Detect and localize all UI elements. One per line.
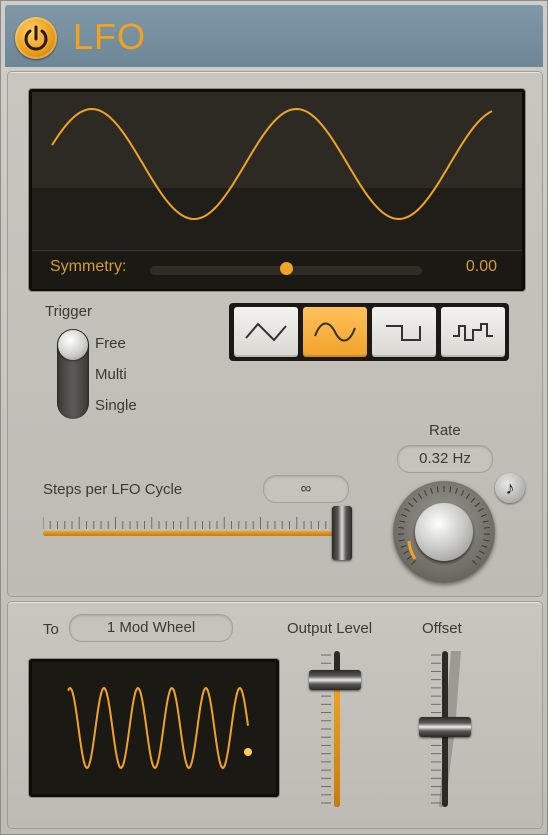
power-button[interactable]: [15, 17, 57, 59]
steps-slider-handle[interactable]: [332, 506, 352, 560]
tempo-sync-button[interactable]: ♪: [495, 473, 525, 503]
offset-handle[interactable]: [419, 717, 471, 737]
trigger-option-multi[interactable]: Multi: [95, 366, 127, 383]
output-level-handle[interactable]: [309, 670, 361, 690]
plugin-title: LFO: [73, 16, 147, 57]
square-icon: [386, 325, 421, 341]
output-level-label: Output Level: [287, 620, 373, 637]
symmetry-value: 0.00: [465, 258, 497, 275]
waveform-selector: [229, 303, 509, 361]
to-label: To: [43, 621, 59, 638]
rate-value-display[interactable]: 0.32 Hz: [397, 445, 493, 473]
trigger-label: Trigger: [45, 303, 92, 320]
rate-label: Rate: [429, 422, 461, 439]
destination-selector[interactable]: 1 Mod Wheel: [69, 614, 233, 642]
rate-knob-cap[interactable]: [415, 503, 473, 561]
symmetry-slider-handle[interactable]: [280, 262, 293, 275]
waveform-curve: [51, 107, 493, 221]
steps-label: Steps per LFO Cycle: [43, 481, 183, 498]
rate-knob[interactable]: [393, 481, 495, 583]
waveform-display: Symmetry: 0.00: [29, 89, 525, 291]
random-square-wave-button[interactable]: [441, 307, 505, 357]
triangle-wave-button[interactable]: [234, 307, 298, 357]
trigger-switch-knob[interactable]: [58, 330, 88, 360]
music-note-icon: ♪: [505, 478, 515, 498]
symmetry-label: Symmetry:: [50, 258, 127, 275]
triangle-icon: [245, 322, 287, 342]
offset-label: Offset: [422, 620, 462, 637]
sine-wave-button[interactable]: [303, 307, 367, 357]
output-preview-display: [29, 659, 279, 797]
output-level-fill: [334, 681, 340, 807]
power-icon: [24, 25, 48, 51]
steps-slider-track[interactable]: [43, 531, 343, 536]
header-bar: LFO: [5, 5, 543, 67]
trigger-switch[interactable]: [57, 329, 89, 419]
trigger-option-single[interactable]: Single: [95, 397, 137, 414]
random-square-icon: [453, 323, 493, 341]
lfo-window: LFO Symmetry: 0.00 Trigger Free Multi Si…: [0, 0, 548, 835]
output-preview-curve: [67, 686, 252, 770]
trigger-option-free[interactable]: Free: [95, 335, 126, 352]
sine-icon: [314, 322, 356, 342]
steps-value-display[interactable]: ∞: [263, 475, 349, 503]
square-wave-button[interactable]: [372, 307, 436, 357]
